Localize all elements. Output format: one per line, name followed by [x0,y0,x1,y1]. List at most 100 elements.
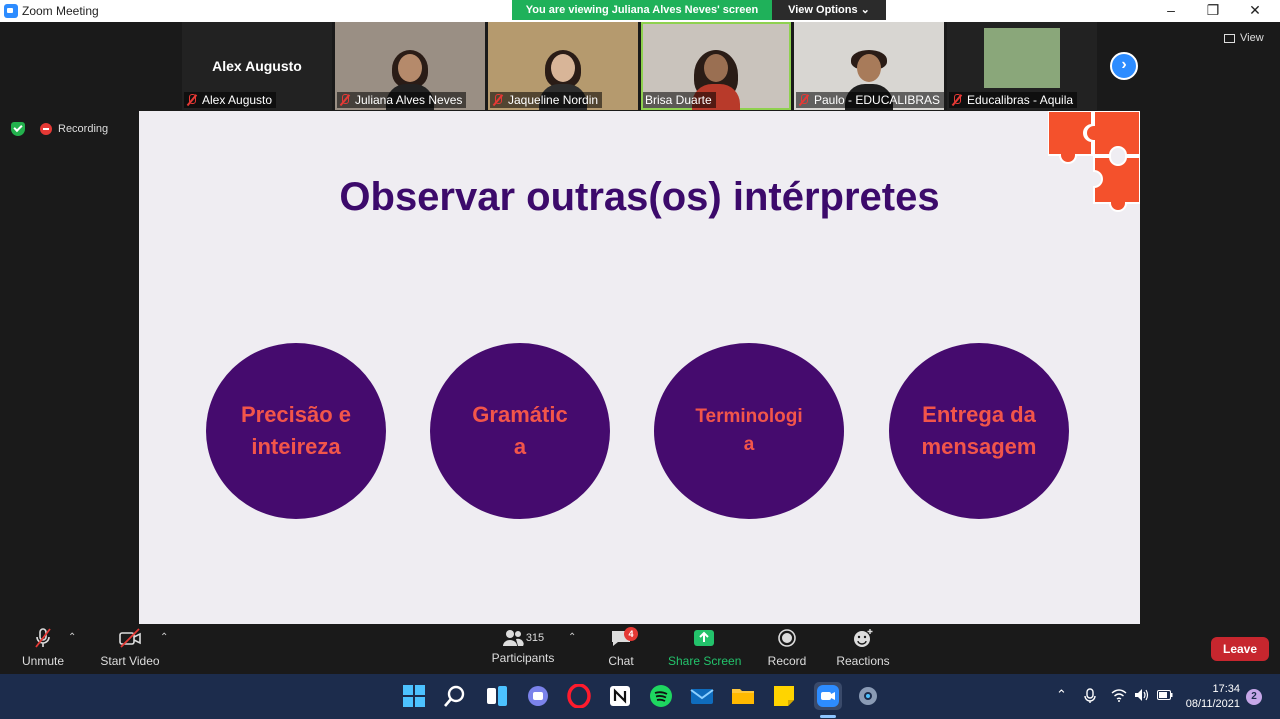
reactions-button[interactable]: Reactions [836,628,890,668]
maximize-button[interactable]: ❐ [1190,0,1236,22]
topic-circle-terminology: Terminologi a [654,343,844,519]
participants-count: 315 [525,632,545,644]
slide-title: Observar outras(os) intérpretes [339,175,940,219]
participant-tile-active[interactable]: Brisa Duarte [641,22,791,110]
participants-options-caret[interactable]: ⌃ [568,632,576,643]
wifi-icon[interactable] [1111,688,1127,702]
recording-label: Recording [58,123,109,135]
leave-button[interactable]: Leave [1211,637,1269,661]
participant-tile[interactable]: Educalibras - Aquila [947,22,1097,110]
participants-button[interactable]: 315 Participants [490,628,556,665]
battery-icon[interactable] [1157,690,1173,700]
search-icon[interactable] [443,684,467,708]
participant-tile[interactable]: Alex Augusto Alex Augusto [182,22,332,110]
chat-unread-badge: 4 [624,627,638,641]
participant-name: Juliana Alves Neves [355,93,463,107]
spotify-icon[interactable] [649,684,673,708]
audio-options-caret[interactable]: ⌃ [68,632,76,643]
topic-circle-delivery: Entrega da mensagem [889,343,1069,519]
recording-icon [40,123,52,135]
teams-chat-icon[interactable] [526,684,550,708]
zoom-icon[interactable] [814,682,842,710]
windows-taskbar: ⌃ 17:34 08/11/2021 2 [0,674,1280,719]
participant-name: Brisa Duarte [645,93,712,107]
zoom-app-icon [4,4,18,18]
view-button[interactable]: View [1224,32,1264,44]
meeting-toolbar: Unmute ⌃ Start Video ⌃ 315 Participants … [0,624,1280,674]
start-video-label: Start Video [100,654,160,668]
mic-muted-icon [339,94,351,106]
video-off-icon [119,628,141,648]
participant-name-display: Alex Augusto [212,58,302,74]
participant-name: Jaqueline Nordin [508,93,599,107]
close-button[interactable]: ✕ [1232,0,1278,22]
record-button[interactable]: Record [766,628,808,668]
minimize-button[interactable]: – [1148,0,1194,22]
participant-label: Paulo - EDUCALIBRAS [796,92,944,108]
participants-icon [502,630,524,646]
mic-muted-icon [798,94,810,106]
video-options-caret[interactable]: ⌃ [160,632,168,643]
security-shield-icon[interactable] [11,122,25,136]
settings-icon[interactable] [856,684,880,708]
window-title: Zoom Meeting [22,4,99,18]
notion-icon[interactable] [608,684,632,708]
circle-line: Terminologi [695,406,803,427]
active-app-indicator [820,715,836,718]
windows-start-icon[interactable] [402,684,426,708]
unmute-button[interactable]: Unmute [20,628,66,668]
opera-icon[interactable] [567,683,591,709]
view-label: View [1240,32,1264,44]
view-options-button[interactable]: View Options ⌄ [772,0,886,20]
chat-label: Chat [608,654,634,668]
tray-overflow-chevron-icon[interactable]: ⌃ [1056,687,1067,703]
mic-muted-icon [186,94,198,106]
participant-tile[interactable]: Juliana Alves Neves [335,22,485,110]
next-page-arrow-icon[interactable]: › [1110,52,1138,80]
clock-date[interactable]: 08/11/2021 [1184,698,1240,710]
circle-line: inteireza [251,434,341,459]
record-icon [778,629,796,647]
participant-photo [984,28,1060,88]
participant-label: Jaqueline Nordin [490,92,603,108]
start-video-button[interactable]: Start Video [100,628,160,668]
topic-circle-precision: Precisão e inteireza [206,343,386,519]
participant-label: Juliana Alves Neves [337,92,467,108]
participant-tile[interactable]: Paulo - EDUCALIBRAS [794,22,944,110]
participant-strip: Alex Augusto Alex Augusto Juliana Alves … [182,22,1097,110]
sticky-notes-icon[interactable] [772,684,796,708]
share-screen-icon [694,630,714,646]
participant-name: Paulo - EDUCALIBRAS [814,93,941,107]
grid-view-icon [1224,33,1235,43]
participant-label: Brisa Duarte [643,92,716,108]
shared-screen-slide: Observar outras(os) intérpretes Precisão… [139,111,1140,624]
topic-circle-grammar: Gramátic a [430,343,610,519]
reactions-label: Reactions [836,654,890,668]
unmute-label: Unmute [21,654,65,668]
chevron-down-icon: ⌄ [860,4,870,16]
mic-muted-icon [35,628,51,648]
task-view-icon[interactable] [485,684,509,708]
volume-icon[interactable] [1134,688,1150,702]
view-options-label: View Options [788,4,858,16]
mic-muted-icon [951,94,963,106]
participant-name: Alex Augusto [202,93,273,107]
participant-tile[interactable]: Jaqueline Nordin [488,22,638,110]
puzzle-pieces-icon [1048,111,1140,212]
share-screen-label: Share Screen [668,654,742,668]
viewing-screen-banner: You are viewing Juliana Alves Neves' scr… [512,0,772,20]
mail-icon[interactable] [690,684,714,708]
circle-line: Gramátic [472,402,568,427]
share-screen-button[interactable]: Share Screen [668,628,742,668]
circle-line: a [513,434,527,459]
circle-line: Precisão e [240,402,352,427]
circle-line: mensagem [921,434,1037,459]
clock-time[interactable]: 17:34 [1196,683,1240,695]
participant-name: Educalibras - Aquila [967,93,1074,107]
reactions-smiley-icon [854,629,873,647]
microphone-icon[interactable] [1083,688,1097,704]
recording-indicator[interactable]: Recording [40,123,108,135]
notification-count-badge[interactable]: 2 [1246,689,1262,705]
file-explorer-icon[interactable] [731,684,755,708]
mic-muted-icon [492,94,504,106]
